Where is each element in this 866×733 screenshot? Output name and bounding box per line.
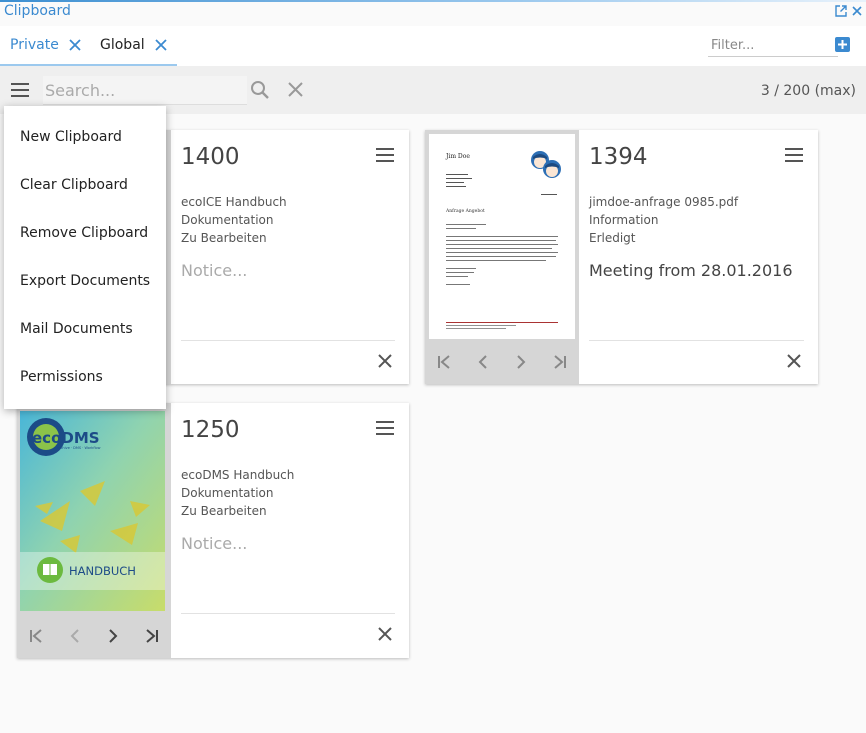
last-page-icon[interactable] (145, 629, 159, 643)
search-icon[interactable] (250, 80, 270, 104)
preview-banner: HANDBUCH (69, 564, 136, 578)
close-icon[interactable] (155, 39, 167, 51)
document-status: Erledigt (589, 231, 636, 245)
menu-item-remove-clipboard[interactable]: Remove Clipboard (20, 225, 148, 241)
first-page-icon[interactable] (29, 629, 43, 643)
notice-field[interactable]: Notice... (181, 534, 247, 553)
divider (181, 613, 395, 614)
page-navigation (17, 614, 171, 658)
document-preview[interactable]: ecoDMS archive · DMS · Workflow HANDBUCH (20, 411, 165, 611)
notice-field[interactable]: Notice... (181, 261, 247, 280)
card-menu-icon[interactable] (375, 420, 395, 440)
tab-private[interactable]: Private (10, 26, 81, 64)
remove-document-icon[interactable] (786, 353, 802, 373)
clear-search-icon[interactable] (288, 82, 303, 101)
document-number: 1394 (589, 144, 648, 170)
document-type: Information (589, 213, 659, 227)
tab-global-label: Global (100, 37, 145, 53)
preview-header: Jim Doe (445, 153, 470, 160)
svg-text:ecoDMS: ecoDMS (32, 429, 100, 447)
document-status: Zu Bearbeiten (181, 504, 267, 518)
svg-text:archive · DMS · Workflow: archive · DMS · Workflow (57, 446, 101, 450)
menu-item-clear-clipboard[interactable]: Clear Clipboard (20, 177, 128, 193)
menu-item-mail-documents[interactable]: Mail Documents (20, 321, 133, 337)
document-meta: jimdoe-anfrage 0985.pdf Information Erle… (589, 193, 738, 247)
page-navigation (425, 340, 579, 384)
document-status: Zu Bearbeiten (181, 231, 267, 245)
remove-document-icon[interactable] (377, 626, 393, 646)
window-controls (834, 4, 864, 18)
hamburger-menu-icon[interactable] (10, 80, 30, 100)
document-count: 3 / 200 (max) (760, 83, 856, 99)
document-meta: ecoICE Handbuch Dokumentation Zu Bearbei… (181, 193, 287, 247)
popout-icon[interactable] (834, 4, 848, 18)
document-title: ecoICE Handbuch (181, 195, 287, 209)
card-menu-icon[interactable] (375, 147, 395, 167)
menu-item-export-documents[interactable]: Export Documents (20, 273, 150, 289)
document-number: 1400 (181, 144, 240, 170)
clipboard-menu: New Clipboard Clear Clipboard Remove Cli… (4, 106, 166, 409)
add-filter-icon[interactable] (835, 37, 850, 52)
document-number: 1250 (181, 417, 240, 443)
next-page-icon[interactable] (106, 629, 120, 643)
tab-private-label: Private (10, 37, 59, 53)
search-input[interactable] (43, 76, 247, 105)
preview-subject: Anfrage Angebot (445, 208, 485, 214)
document-preview[interactable]: Jim Doe Anfrage Angebot (429, 134, 575, 339)
remove-document-icon[interactable] (377, 353, 393, 373)
document-card[interactable]: Jim Doe Anfrage Angebot 1394 jimdoe-anfr… (425, 130, 818, 384)
divider (589, 340, 804, 341)
menu-item-permissions[interactable]: Permissions (20, 369, 103, 385)
notice-field[interactable]: Meeting from 28.01.2016 (589, 261, 793, 280)
tab-global[interactable]: Global (100, 26, 167, 64)
close-window-icon[interactable] (850, 4, 864, 18)
document-type: Dokumentation (181, 213, 274, 227)
app-title: Clipboard (4, 3, 71, 19)
divider (181, 340, 395, 341)
document-card[interactable]: ecoDMS archive · DMS · Workflow HANDBUCH… (17, 403, 409, 658)
last-page-icon[interactable] (553, 355, 567, 369)
menu-item-new-clipboard[interactable]: New Clipboard (20, 129, 122, 145)
next-page-icon[interactable] (514, 355, 528, 369)
card-menu-icon[interactable] (784, 147, 804, 167)
document-type: Dokumentation (181, 486, 274, 500)
avatar-icon (531, 151, 561, 178)
document-title: jimdoe-anfrage 0985.pdf (589, 195, 739, 209)
filter-input[interactable] (708, 34, 838, 57)
top-accent-line (0, 0, 866, 2)
document-meta: ecoDMS Handbuch Dokumentation Zu Bearbei… (181, 466, 294, 520)
close-icon[interactable] (69, 39, 81, 51)
document-title: ecoDMS Handbuch (181, 468, 295, 482)
first-page-icon[interactable] (437, 355, 451, 369)
previous-page-icon[interactable] (68, 629, 82, 643)
previous-page-icon[interactable] (476, 355, 490, 369)
